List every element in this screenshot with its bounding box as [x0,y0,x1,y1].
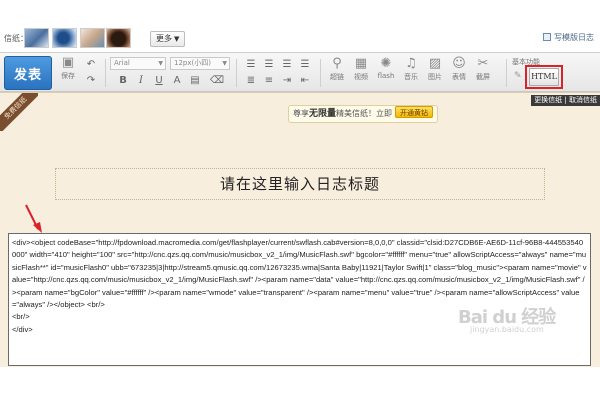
align-right-icon[interactable]: ☰ [278,57,296,71]
bold-icon[interactable]: B [114,73,132,87]
image-label: 图片 [428,73,442,81]
pencil-icon[interactable]: ✎ [514,71,522,81]
promo-prefix: 尊享 [293,109,309,118]
clear-format-icon[interactable]: ⌫ [208,73,226,87]
video-icon: ▦ [354,56,368,71]
open-yellow-diamond-button[interactable]: 开通黄钻 [395,106,434,118]
screenshot-label: 截屏 [476,73,490,81]
free-paper-ribbon-label: 免费信纸 [0,93,38,131]
free-paper-ribbon: 免费信纸 [0,93,38,131]
italic-icon[interactable]: I [132,73,150,87]
publish-button[interactable]: 发表 [4,56,52,90]
code-line: <div><object codeBase="http://fpdownload… [12,238,587,310]
toolbar-divider [236,59,237,87]
diary-title-input[interactable]: 请在这里输入日志标题 [55,168,545,200]
floppy-icon: ▣ [61,55,75,70]
video-button[interactable]: ▦ 视频 [350,56,372,82]
highlight-icon[interactable]: ▤ [186,73,204,87]
promo-suffix: 精美信纸！立即 [336,109,393,118]
paper-theme-thumb-4[interactable] [106,28,131,48]
chevron-down-icon: ▼ [174,35,180,43]
image-button[interactable]: ▨ 图片 [424,56,446,82]
vip-promo-banner: 尊享无限量精美信纸！立即 开通黄钻 [288,105,439,123]
screenshot-button[interactable]: ✂ 截屏 [472,56,494,82]
more-themes-label: 更多 [156,34,172,43]
outdent-icon[interactable]: ⇤ [296,73,314,87]
flash-label: flash [377,72,395,80]
template-diary-link[interactable]: 写模版日志 [543,32,594,43]
unordered-list-icon[interactable]: ≡ [260,73,278,87]
change-paper-links[interactable]: 更换信纸 | 取消信纸 [531,95,600,106]
baidu-watermark-url: jingyan.baidu.com [470,325,544,334]
undo-icon[interactable]: ↶ [82,57,100,71]
red-arrow-annotation [25,204,42,233]
paper-theme-strip: 信纸： 更多 ▼ 写模版日志 [0,24,600,52]
chevron-down-icon: ▼ [222,60,227,67]
music-icon: ♫ [405,56,417,71]
font-size-select[interactable]: 12px(小四) ▼ [170,57,230,70]
flash-button[interactable]: ✺ flash [374,56,398,80]
align-left-icon[interactable]: ☰ [242,57,260,71]
editor-toolbar: 发表 ▣ 保存 ↶ ↷ Arial ▼ 12px(小四) ▼ B I U A ▤ ⌫… [0,52,600,92]
toolbar-divider [506,59,507,87]
emoticon-button[interactable]: ☺ 表情 [448,56,470,82]
redo-icon[interactable]: ↷ [82,73,100,87]
template-diary-label: 写模版日志 [554,33,594,42]
toolbar-divider [320,59,321,87]
paper-theme-thumb-2[interactable] [52,28,77,48]
font-size-value: 12px(小四) [174,59,211,67]
promo-bold: 无限量 [309,109,337,119]
ordered-list-icon[interactable]: ≣ [242,73,260,87]
more-themes-button[interactable]: 更多 ▼ [150,31,186,47]
paper-theme-thumb-3[interactable] [80,28,105,48]
toolbar-divider [105,59,106,87]
scissors-icon: ✂ [477,56,489,71]
smiley-icon: ☺ [452,56,466,71]
video-label: 视频 [354,73,368,81]
link-button[interactable]: ⚲ 超链 [326,56,348,82]
html-source-textarea[interactable]: <div><object codeBase="http://fpdownload… [8,233,591,366]
music-button[interactable]: ♫ 音乐 [400,56,422,82]
chevron-down-icon: ▼ [158,60,163,67]
link-icon: ⚲ [332,56,342,71]
music-label: 音乐 [404,73,418,81]
indent-icon[interactable]: ⇥ [278,73,296,87]
paper-theme-thumb-1[interactable] [24,28,49,48]
link-label: 超链 [330,73,344,81]
justify-icon[interactable]: ☰ [296,57,314,71]
flash-icon: ✺ [380,56,392,71]
font-family-value: Arial [114,59,130,67]
html-button-highlight [525,65,563,89]
font-family-select[interactable]: Arial ▼ [110,57,166,70]
emoticon-label: 表情 [452,73,466,81]
align-center-icon[interactable]: ☰ [260,57,278,71]
text-color-icon[interactable]: A [168,73,186,87]
template-icon [543,33,551,41]
underline-icon[interactable]: U [150,73,168,87]
save-draft-label: 保存 [61,72,75,80]
image-icon: ▨ [428,56,442,71]
save-draft-button[interactable]: ▣ 保存 [58,55,78,81]
